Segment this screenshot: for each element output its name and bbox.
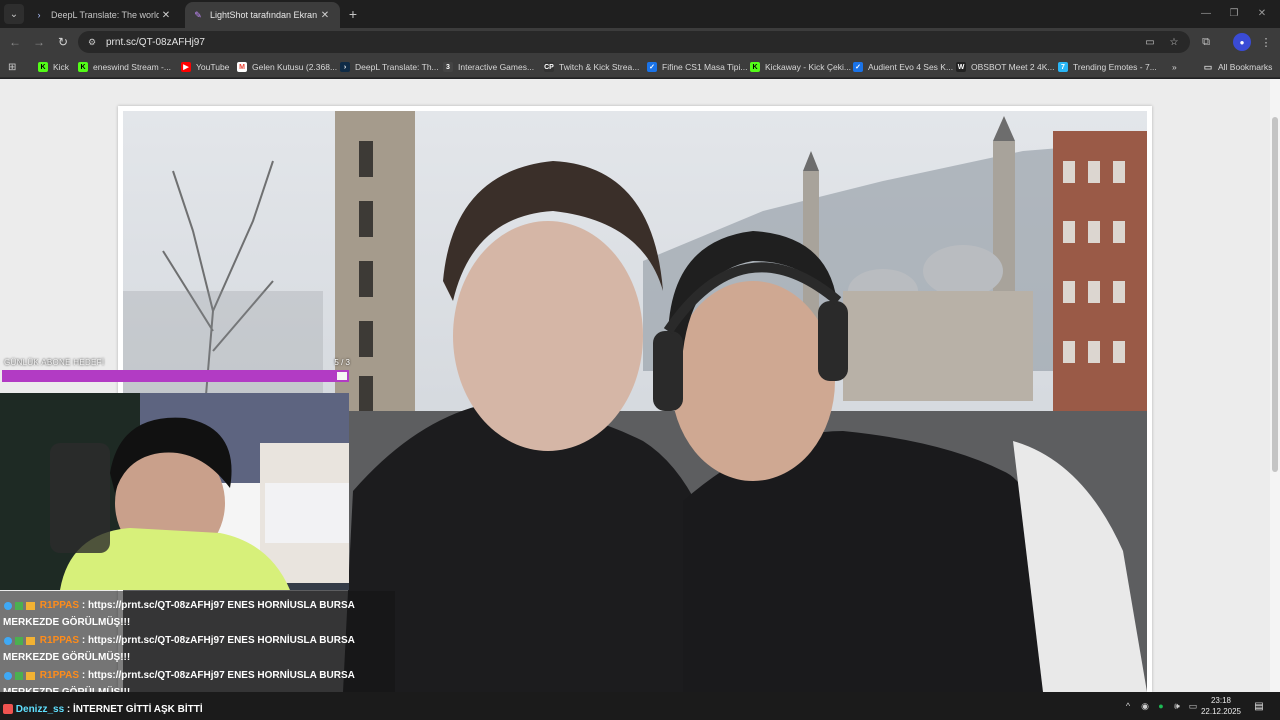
check-icon: ✓	[647, 62, 657, 72]
bookmark-interactive-games[interactable]: 3 Interactive Games...	[443, 60, 534, 74]
scrollbar-thumb[interactable]	[1272, 117, 1278, 472]
goal-label: GÜNLÜK ABONE HEDEFİ	[4, 358, 105, 367]
spotify-icon[interactable]: ●	[1155, 700, 1167, 712]
chat-message: R1PPAS : https://prnt.sc/QT-08zAFHj97 EN…	[3, 632, 393, 666]
bookmark-kickaway[interactable]: K Kickaway - Kick Çeki...	[750, 60, 851, 74]
bookmark-label: Kickaway - Kick Çeki...	[765, 62, 851, 72]
goal-count: 5 / 3	[334, 358, 350, 367]
chat-username[interactable]: Denizz_ss	[16, 704, 64, 715]
chat-username[interactable]: R1PPAS	[40, 635, 79, 646]
check-icon: ✓	[853, 62, 863, 72]
bookmark-label: eneswind Stream -...	[93, 62, 171, 72]
bookmark-label: Audient Evo 4 Ses K...	[868, 62, 954, 72]
chat-badges-icon	[3, 600, 37, 611]
bookmark-label: OBSBOT Meet 2 4K...	[971, 62, 1055, 72]
kick-icon: K	[38, 62, 48, 72]
new-tab-icon[interactable]: +	[345, 6, 361, 22]
restore-icon[interactable]: ❐	[1224, 4, 1244, 22]
close-icon[interactable]: ✕	[318, 8, 332, 22]
bookmark-twitch-kick[interactable]: CP Twitch & Kick Strea...	[544, 60, 639, 74]
toolbar: ← → ↻ ⚙ prnt.sc/QT-08zAFHj97 ▭ ☆ ⧉ ● ⋮	[0, 28, 1280, 56]
apps-icon[interactable]: ⊞	[8, 60, 16, 74]
bookmark-label: Twitch & Kick Strea...	[559, 62, 640, 72]
url-text: prnt.sc/QT-08zAFHj97	[106, 36, 205, 48]
chat-username[interactable]: R1PPAS	[40, 670, 79, 681]
bookmark-label: Kick	[53, 62, 70, 72]
tray-overflow-icon[interactable]: ^	[1122, 700, 1134, 712]
games-icon: 3	[443, 62, 453, 72]
reload-icon[interactable]: ↻	[54, 33, 72, 51]
site-info-icon[interactable]: ⚙	[86, 36, 98, 48]
7tv-icon: 7	[1058, 62, 1068, 72]
bookmark-label: YouTube	[196, 62, 230, 72]
chat-badge-icon	[3, 704, 13, 715]
tab-strip: ⌄ › DeepL Translate: The world's m ✕ ✎ L…	[0, 0, 1280, 28]
bookmark-audient[interactable]: ✓ Audient Evo 4 Ses K...	[853, 60, 953, 74]
tab-lightshot[interactable]: ✎ LightShot tarafından Ekran Gör ✕	[185, 2, 340, 28]
menu-icon[interactable]: ⋮	[1257, 33, 1275, 51]
cast-icon[interactable]: ▭	[1142, 34, 1158, 50]
bookmark-deepl[interactable]: › DeepL Translate: Th...	[340, 60, 439, 74]
address-bar[interactable]: ⚙ prnt.sc/QT-08zAFHj97 ▭ ☆	[78, 31, 1190, 53]
forward-icon[interactable]: →	[30, 33, 48, 51]
discord-icon[interactable]: ◉	[1139, 700, 1151, 712]
bookmark-label: Interactive Games...	[458, 62, 535, 72]
chat-message: R1PPAS : https://prnt.sc/QT-08zAFHj97 EN…	[3, 597, 393, 631]
chat-username[interactable]: R1PPAS	[40, 600, 79, 611]
minimize-icon[interactable]: —	[1196, 4, 1216, 22]
bookmark-star-icon[interactable]: ☆	[1166, 34, 1182, 50]
clock-date: 22.12.2025	[1200, 707, 1242, 716]
lightshot-icon: ✎	[194, 9, 202, 20]
chat-badges-icon	[3, 670, 37, 681]
bookmark-trending-emotes[interactable]: 7 Trending Emotes - 7...	[1058, 60, 1157, 74]
goal-progress-bar	[2, 370, 349, 382]
extensions-icon[interactable]: ⧉	[1197, 33, 1215, 51]
webcam-feed	[0, 393, 349, 590]
cp-icon: CP	[544, 62, 554, 72]
bookmark-label: Gelen Kutusu (2.368...	[252, 62, 338, 72]
bookmark-fifine[interactable]: ✓ Fifine CS1 Masa Tipi...	[647, 60, 748, 74]
obsbot-icon: W	[956, 62, 966, 72]
taskbar-clock[interactable]: 23:18 22.12.2025	[1196, 695, 1246, 717]
deepl-icon: ›	[340, 62, 350, 72]
deepl-icon: ›	[37, 10, 41, 20]
profile-avatar[interactable]: ●	[1233, 33, 1251, 51]
kick-icon: K	[78, 62, 88, 72]
tab-label: LightShot tarafından Ekran Gör	[210, 10, 318, 20]
gmail-icon: M	[237, 62, 247, 72]
screen: ⌄ › DeepL Translate: The world's m ✕ ✎ L…	[0, 0, 1280, 720]
chat-overlay: R1PPAS : https://prnt.sc/QT-08zAFHj97 EN…	[0, 591, 395, 703]
bookmarks-bar: ⊞ K Kick K eneswind Stream -... ▶ YouTub…	[0, 56, 1280, 78]
chat-text: : İNTERNET GİTTİ AŞK BİTTİ	[66, 704, 203, 715]
webcam-illustration	[0, 393, 349, 590]
bookmark-label: DeepL Translate: Th...	[355, 62, 439, 72]
clock-time: 23:18	[1210, 696, 1232, 705]
bookmark-kick[interactable]: K Kick	[38, 60, 69, 74]
notification-icon[interactable]: ▤	[1252, 699, 1266, 713]
volume-icon[interactable]: 🕪	[1171, 700, 1183, 712]
chat-message-latest: Denizz_ss : İNTERNET GİTTİ AŞK BİTTİ	[3, 704, 203, 715]
bookmark-obsbot[interactable]: W OBSBOT Meet 2 4K...	[956, 60, 1054, 74]
bookmark-label: Trending Emotes - 7...	[1073, 62, 1157, 72]
back-icon[interactable]: ←	[6, 33, 24, 51]
youtube-icon: ▶	[181, 62, 191, 72]
bookmark-label: All Bookmarks	[1218, 62, 1273, 72]
tab-label: DeepL Translate: The world's m	[51, 10, 159, 20]
page-scrollbar[interactable]	[1270, 79, 1280, 692]
all-bookmarks[interactable]: ▭ All Bookmarks	[1203, 60, 1273, 74]
close-window-icon[interactable]: ✕	[1252, 4, 1272, 22]
bookmark-label: Fifine CS1 Masa Tipi...	[662, 62, 748, 72]
bookmark-eneswind[interactable]: K eneswind Stream -...	[78, 60, 171, 74]
close-icon[interactable]: ✕	[159, 8, 173, 22]
bookmark-gmail[interactable]: M Gelen Kutusu (2.368...	[237, 60, 337, 74]
bookmark-youtube[interactable]: ▶ YouTube	[181, 60, 229, 74]
kick-icon: K	[750, 62, 760, 72]
more-bookmarks-icon[interactable]: »	[1172, 60, 1177, 74]
tab-deepl[interactable]: › DeepL Translate: The world's m ✕	[26, 2, 181, 28]
goal-progress-fill	[4, 372, 337, 380]
chat-badges-icon	[3, 635, 37, 646]
folder-icon: ▭	[1203, 61, 1213, 72]
tab-search-icon[interactable]: ⌄	[4, 4, 24, 24]
